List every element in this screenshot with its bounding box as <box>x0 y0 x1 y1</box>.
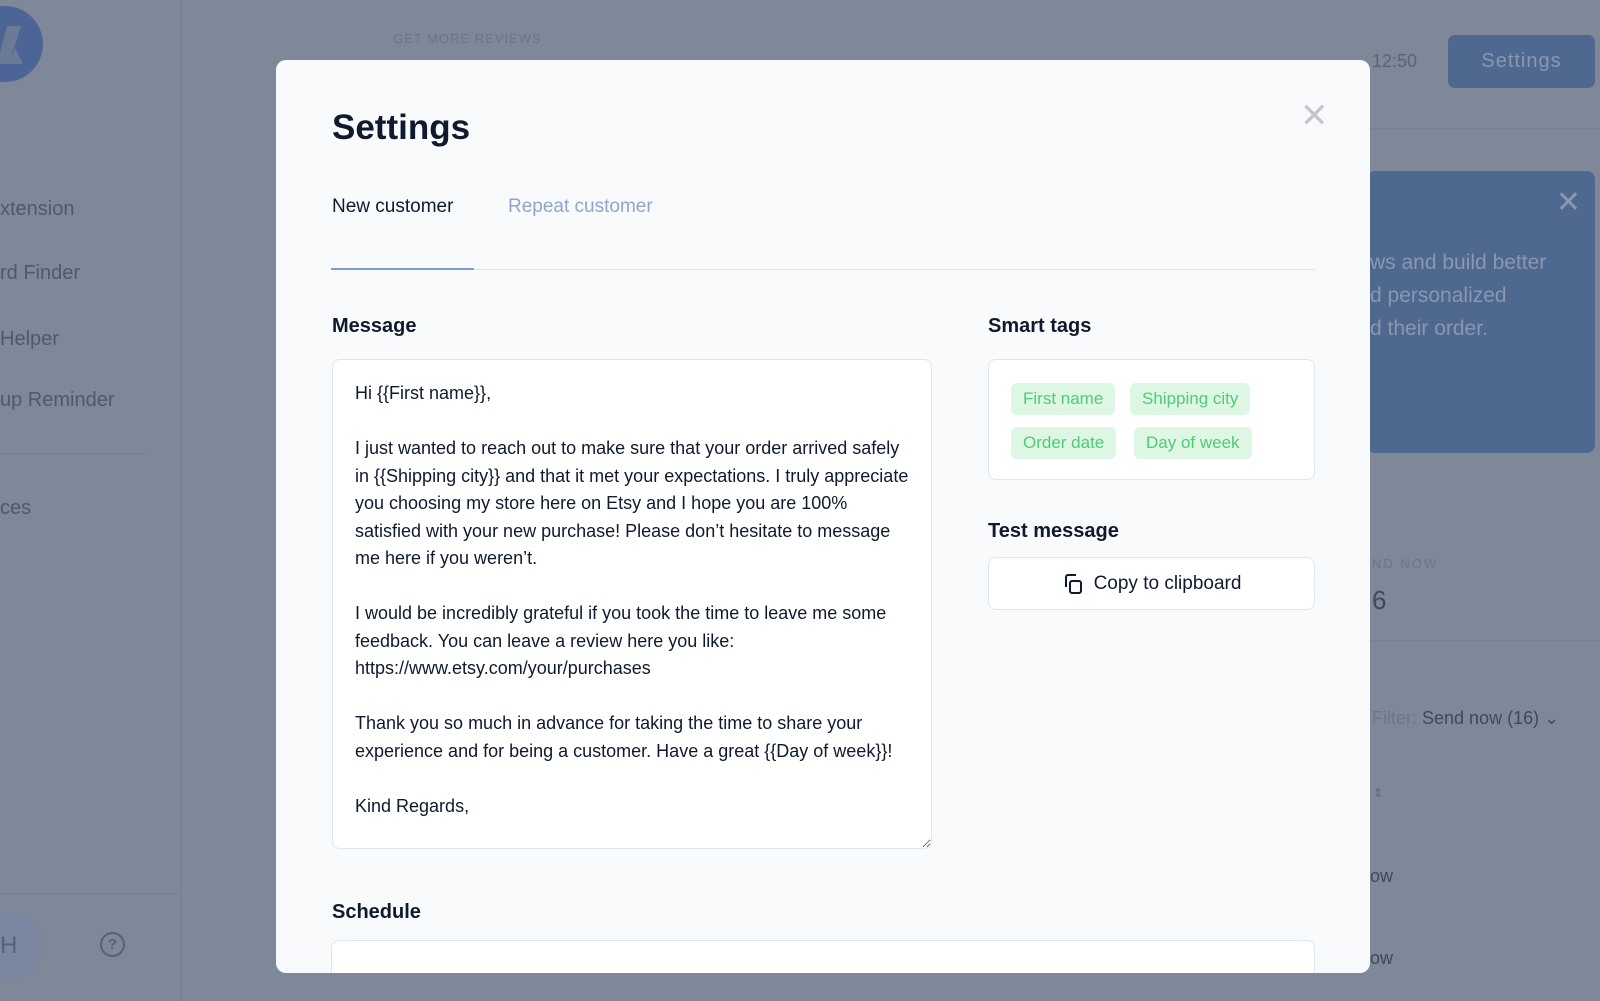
table-row: ow <box>1370 866 1394 886</box>
copy-button-label: Copy to clipboard <box>1093 572 1242 594</box>
message-textarea[interactable]: Hi {{First name}}, I just wanted to reac… <box>332 359 932 849</box>
copy-icon <box>1064 573 1082 594</box>
filter-label: Filter: <box>1372 708 1417 728</box>
smart-tags-box: First name Shipping city Order date Day … <box>988 359 1315 480</box>
tag-first-name[interactable]: First name <box>1011 383 1116 415</box>
banner-line: d personalized <box>1370 284 1507 307</box>
sidebar-item-follow-up-reminder[interactable]: up Reminder <box>0 389 115 412</box>
info-banner: ✕ ws and build better d personalized d t… <box>1367 171 1595 453</box>
sidebar-item-preferences[interactable]: ces <box>0 497 31 520</box>
active-tab-indicator <box>331 268 474 270</box>
modal-title: Settings <box>332 108 471 147</box>
header-divider <box>1370 128 1600 129</box>
sidebar-item-keyword-finder[interactable]: rd Finder <box>0 262 80 285</box>
tab-repeat-customer[interactable]: Repeat customer <box>508 196 653 218</box>
close-icon[interactable]: ✕ <box>1556 185 1581 220</box>
table-row: ow <box>1370 948 1394 968</box>
tag-day-of-week[interactable]: Day of week <box>1134 427 1252 459</box>
sidebar: xtension rd Finder Helper up Reminder ce… <box>0 0 182 1001</box>
copy-to-clipboard-button[interactable]: Copy to clipboard <box>988 557 1315 610</box>
updated-time: 12:50 <box>1372 51 1418 71</box>
divider <box>1370 640 1600 641</box>
tag-order-date[interactable]: Order date <box>1011 427 1117 459</box>
banner-line: ws and build better <box>1370 251 1547 274</box>
sort-icon[interactable]: ⇕ <box>1373 786 1383 800</box>
chevron-down-icon: ⌄ <box>1544 708 1560 728</box>
stat-value: 6 <box>1372 585 1387 615</box>
banner-line: d their order. <box>1370 317 1488 340</box>
schedule-label: Schedule <box>332 901 421 923</box>
sidebar-divider <box>0 893 182 894</box>
avatar[interactable]: H <box>0 912 44 980</box>
logo-icon <box>0 26 23 64</box>
sidebar-divider <box>0 453 148 454</box>
page-eyebrow: GET MORE REVIEWS <box>393 31 542 46</box>
app-logo <box>0 6 43 82</box>
settings-button[interactable]: Settings <box>1448 35 1595 88</box>
close-icon[interactable]: ✕ <box>1300 96 1329 136</box>
filter-dropdown[interactable]: Filter: Send now (16) ⌄ <box>1372 708 1559 729</box>
test-message-label: Test message <box>988 520 1119 542</box>
schedule-box <box>331 940 1315 973</box>
question-circle-icon[interactable]: ? <box>100 932 125 957</box>
sidebar-item-helper[interactable]: Helper <box>0 328 59 351</box>
tab-new-customer[interactable]: New customer <box>332 196 453 218</box>
tabs-divider <box>331 269 1315 270</box>
filter-value: Send now (16) <box>1422 708 1540 728</box>
tag-shipping-city[interactable]: Shipping city <box>1130 383 1251 415</box>
sidebar-item-extension[interactable]: xtension <box>0 198 75 221</box>
settings-modal: Settings ✕ New customer Repeat customer … <box>276 60 1370 973</box>
message-label: Message <box>332 315 417 337</box>
stat-label: ND NOW <box>1372 556 1439 571</box>
smart-tags-label: Smart tags <box>988 315 1092 337</box>
